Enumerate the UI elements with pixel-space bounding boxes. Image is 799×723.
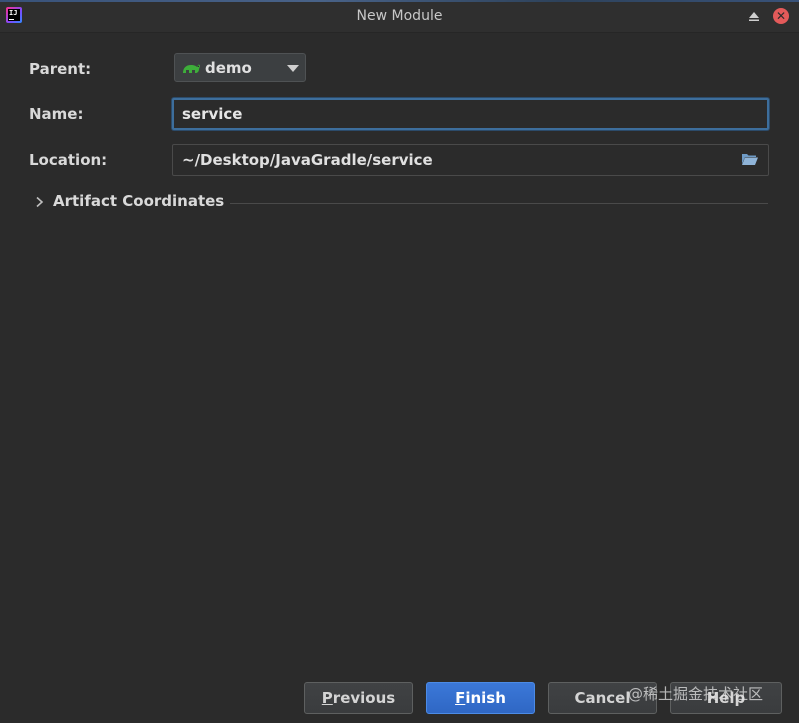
chevron-down-icon	[287, 65, 299, 72]
parent-dropdown[interactable]: demo	[174, 53, 306, 82]
title-bar: IJ New Module ✕	[0, 0, 799, 33]
name-input[interactable]: service	[172, 98, 769, 130]
previous-mnemonic: P	[321, 689, 333, 707]
folder-open-icon[interactable]	[741, 152, 759, 166]
previous-button[interactable]: Previous	[304, 682, 413, 714]
previous-label: revious	[332, 689, 396, 707]
name-label: Name:	[29, 105, 84, 123]
close-icon[interactable]: ✕	[773, 8, 789, 24]
watermark: @稀土掘金技术社区	[628, 685, 764, 703]
finish-label: inish	[465, 689, 506, 707]
window-title: New Module	[356, 8, 443, 24]
minimize-icon[interactable]	[748, 10, 760, 22]
location-input[interactable]: ~/Desktop/JavaGradle/service	[172, 144, 769, 176]
finish-button[interactable]: Finish	[426, 682, 535, 714]
title-bar-accent-line	[0, 0, 799, 2]
chevron-right-icon	[36, 196, 44, 208]
parent-label: Parent:	[29, 60, 92, 78]
artifact-coordinates-label: Artifact Coordinates	[53, 192, 225, 210]
parent-value: demo	[205, 59, 252, 77]
section-divider	[230, 203, 768, 204]
location-label: Location:	[29, 151, 108, 169]
gradle-icon	[183, 64, 200, 73]
finish-mnemonic: F	[455, 689, 466, 707]
